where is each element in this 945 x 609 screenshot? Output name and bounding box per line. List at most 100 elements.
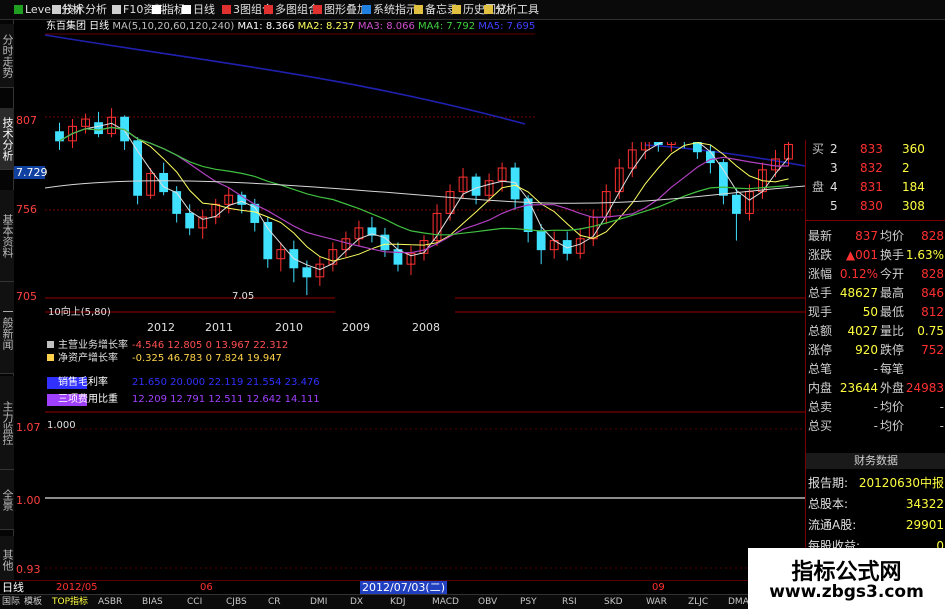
- left-tab-2[interactable]: 基本资料: [0, 190, 14, 282]
- left-tab-bar: 分时走势技术分析基本资料 一般新闻主力监控 全景其他: [0, 20, 14, 584]
- bid-level: 4: [830, 180, 838, 194]
- quote-row: 涨跌 ▲001 换手 1.63%: [806, 246, 945, 264]
- ma2-value: MA2: 8.237: [297, 21, 355, 32]
- left-tab-6[interactable]: 其他: [0, 536, 14, 584]
- indicator-tab-kdj[interactable]: KDJ: [390, 596, 406, 609]
- sub-y-label-low: 0.93: [16, 563, 41, 576]
- quote-label: 总手: [808, 286, 833, 300]
- series-swatch: [47, 395, 54, 402]
- chart-mask: [335, 282, 455, 352]
- toolbar-label: 日线: [193, 3, 215, 16]
- toolbar-label: 系统指示: [373, 3, 417, 16]
- watermark-url: www.zbgs3.com: [769, 582, 924, 602]
- quote-row: 总额 4027 量比 0.75: [806, 322, 945, 340]
- indicator-tab-skd[interactable]: SKD: [604, 596, 623, 609]
- toolbar-button-1[interactable]: 技术分析: [52, 2, 107, 18]
- bid-volume: 308: [902, 199, 925, 213]
- indicator-tab-模板[interactable]: 模板: [24, 596, 42, 609]
- finance-label: 净资产增长率: [58, 353, 118, 364]
- toolbar-button-6[interactable]: 多图组合: [264, 2, 319, 18]
- indicator-tab-top指标[interactable]: TOP指标: [52, 596, 88, 609]
- indicator-tab-zljc[interactable]: ZLJC: [688, 596, 708, 609]
- indicator-tab-cjbs[interactable]: CJBS: [226, 596, 247, 609]
- low-price-marker: 7.05: [232, 291, 255, 302]
- indicator-tab-macd[interactable]: MACD: [432, 596, 459, 609]
- period-mode[interactable]: 日线: [2, 581, 24, 594]
- indicator-tab-bias[interactable]: BIAS: [142, 596, 163, 609]
- indicator-tab-cr[interactable]: CR: [268, 596, 281, 609]
- year-label: 2009: [342, 321, 370, 334]
- toolbar-icon: [14, 5, 23, 14]
- ma1-value: MA1: 8.366: [237, 21, 295, 32]
- toolbar-icon: [484, 5, 493, 14]
- month-mid: 06: [200, 582, 213, 593]
- finance-data-value: 20120630中报: [858, 476, 944, 490]
- quote-label: 最高: [880, 286, 905, 300]
- year-label: 2008: [412, 321, 440, 334]
- indicator-tab-psy[interactable]: PSY: [520, 596, 537, 609]
- finance-row: 净资产增长率 -0.325 46.783 0 7.824 19.947: [47, 353, 282, 365]
- stock-info-line: 东百集团 日线 MA(5,10,20,60,120,240) MA1: 8.36…: [46, 21, 535, 33]
- candle: [302, 267, 312, 278]
- toolbar-icon: [112, 5, 121, 14]
- candle: [185, 212, 195, 229]
- indicator-tab-asbr[interactable]: ASBR: [98, 596, 122, 609]
- quote-value: 23644: [839, 381, 878, 395]
- quote-row: 现手 50 最低 812: [806, 303, 945, 321]
- finance-label: 主营业务增长率: [58, 340, 128, 351]
- quote-label: 涨停: [808, 343, 833, 357]
- date-left: 2012/05: [56, 582, 98, 593]
- quote-label: 总笔: [808, 362, 833, 376]
- candlestick-chart[interactable]: [45, 20, 805, 580]
- quote-row: 总手 48627 最高 846: [806, 284, 945, 302]
- ma3-value: MA3: 8.066: [357, 21, 415, 32]
- quote-value: -: [873, 362, 878, 376]
- left-tab-1[interactable]: 技术分析: [0, 108, 14, 170]
- quote-value: 0.12%: [839, 267, 878, 281]
- toolbar-button-8[interactable]: 系统指示: [362, 2, 417, 18]
- left-tab-5[interactable]: 全景: [0, 470, 14, 530]
- toolbar-button-7[interactable]: 图形叠加: [313, 2, 368, 18]
- indicator-tab-dma[interactable]: DMA: [728, 596, 749, 609]
- top-toolbar: Level2分析技术分析F10资料指标日线3图组合多图组合图形叠加系统指示备忘录…: [0, 0, 945, 20]
- indicator-tab-国际[interactable]: 国际: [2, 596, 20, 609]
- indicator-tab-cci[interactable]: CCI: [187, 596, 202, 609]
- toolbar-button-4[interactable]: 日线: [182, 2, 215, 18]
- quote-value: 24983: [905, 381, 944, 395]
- toolbar-button-3[interactable]: 指标: [152, 2, 185, 18]
- left-tab-3[interactable]: 一般新闻: [0, 282, 14, 374]
- quote-row: 涨停 920 跌停 752: [806, 341, 945, 359]
- quote-value: -: [873, 400, 878, 414]
- left-tab-0[interactable]: 分时走势: [0, 24, 14, 88]
- indicator-tab-obv[interactable]: OBV: [478, 596, 497, 609]
- finance-values: -0.325 46.783 0 7.824 19.947: [132, 353, 282, 364]
- indicator-tab-war[interactable]: WAR: [646, 596, 667, 609]
- quote-row: 总卖 - 均价 -: [806, 398, 945, 416]
- candle: [471, 176, 481, 196]
- quote-label: 每笔: [880, 362, 905, 376]
- bid-level: 2: [830, 142, 838, 156]
- quote-row: 涨幅 0.12% 今开 828: [806, 265, 945, 283]
- series-swatch: [47, 354, 54, 361]
- quote-label: 跌停: [880, 343, 905, 357]
- finance-label: 销售毛利率: [58, 377, 108, 388]
- toolbar-button-11[interactable]: 分析工具: [484, 2, 539, 18]
- ma5-line: [45, 180, 805, 204]
- finance-data-label: 总股本:: [808, 497, 849, 511]
- bid-price: 831: [860, 180, 883, 194]
- series-swatch: [47, 341, 54, 348]
- ma3-line: [59, 126, 789, 254]
- indicator-tab-dx[interactable]: DX: [350, 596, 363, 609]
- month-right: 09: [652, 582, 665, 593]
- candle: [732, 194, 741, 214]
- stock-name: 东百集团 日线: [46, 21, 110, 32]
- quote-value: 1.63%: [905, 248, 944, 262]
- finance-values: -4.546 12.805 0 13.967 22.312: [132, 340, 289, 351]
- quote-row: 总笔 - 每笔: [806, 360, 945, 378]
- quote-label: 换手: [880, 248, 905, 262]
- left-tab-4[interactable]: 主力监控: [0, 376, 14, 470]
- indicator-tab-dmi[interactable]: DMI: [310, 596, 327, 609]
- quote-label: 涨幅: [808, 267, 833, 281]
- indicator-tab-rsi[interactable]: RSI: [562, 596, 577, 609]
- finance-title: 财务数据: [806, 453, 945, 469]
